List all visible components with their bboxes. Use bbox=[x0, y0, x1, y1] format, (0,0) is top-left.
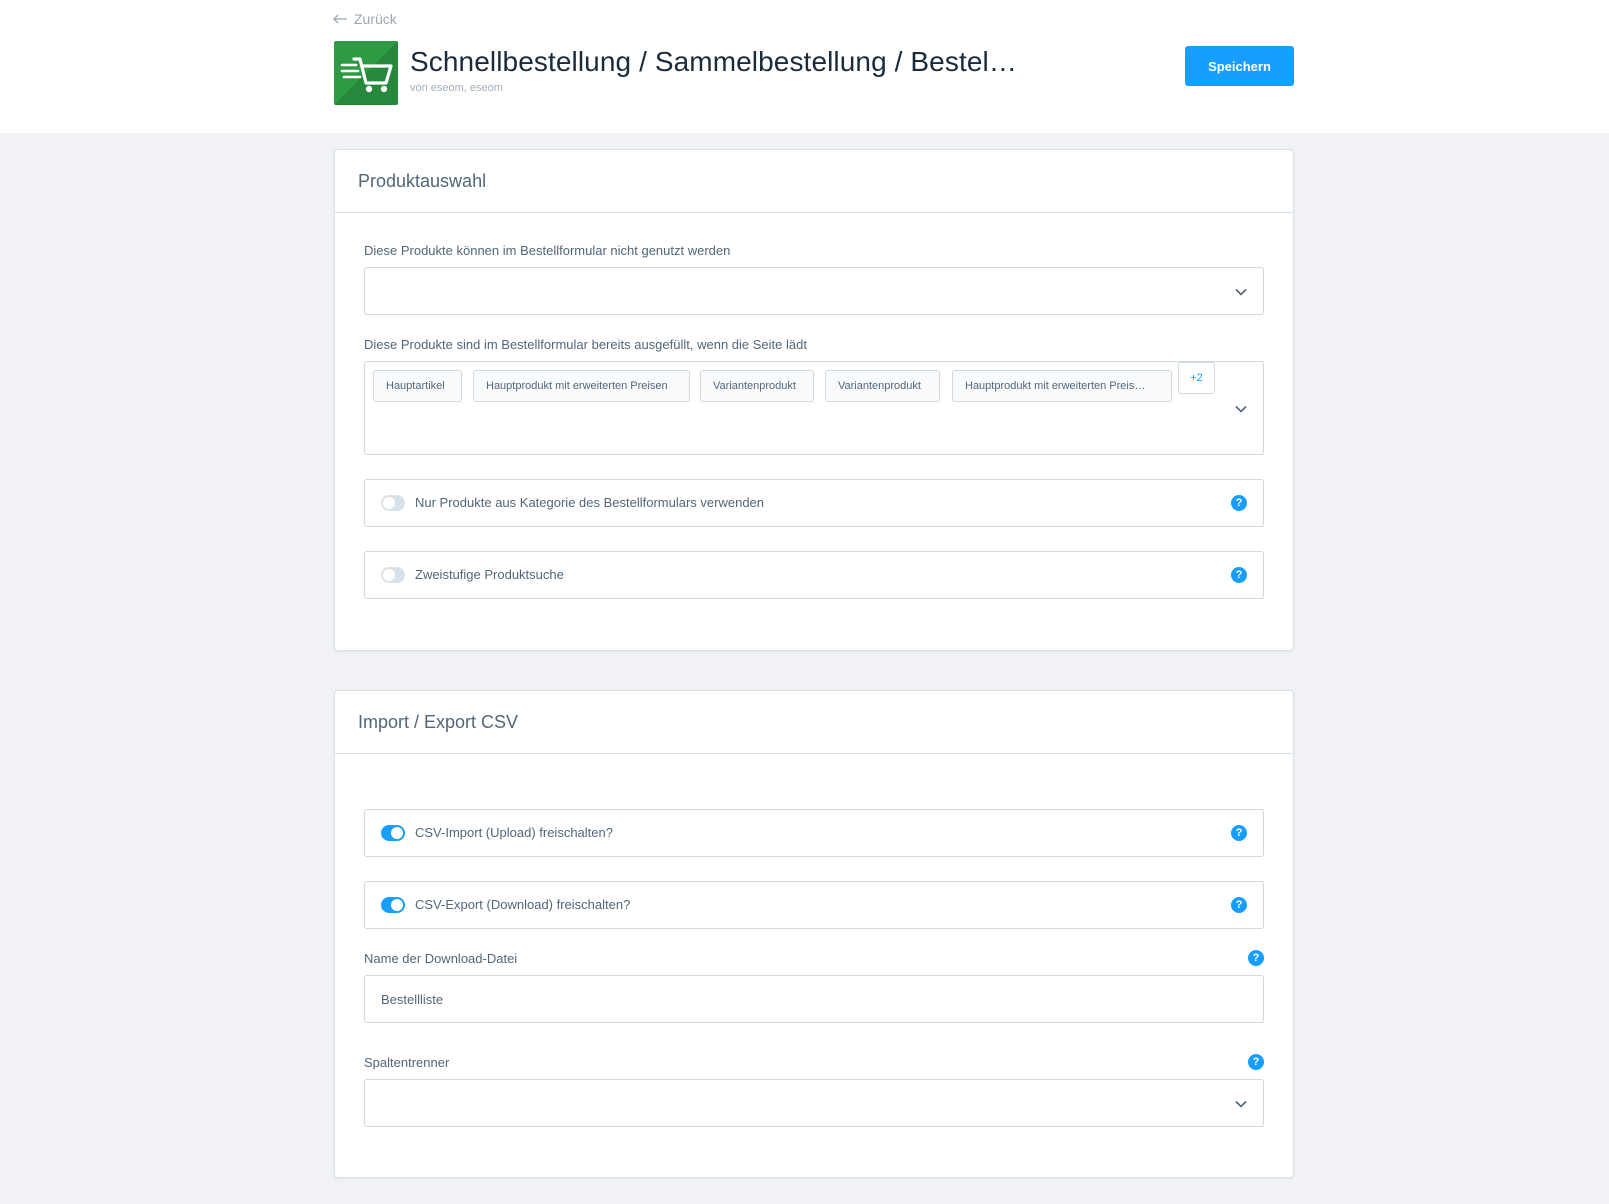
prefilled-products-label: Diese Produkte sind im Bestellformular b… bbox=[364, 337, 807, 352]
two-step-search-switch[interactable] bbox=[381, 567, 405, 583]
product-tag[interactable]: Hauptprodukt mit erweiterten Preis… bbox=[952, 370, 1172, 402]
product-tag[interactable]: Variantenprodukt bbox=[700, 370, 814, 402]
separator-label: Spaltentrenner bbox=[364, 1055, 450, 1070]
toggle-label: Nur Produkte aus Kategorie des Bestellfo… bbox=[415, 495, 765, 510]
chevron-down-icon bbox=[1235, 405, 1247, 413]
excluded-products-label: Diese Produkte können im Bestellformular… bbox=[364, 243, 731, 258]
card-title: Import / Export CSV bbox=[335, 691, 1293, 754]
card-title: Produktauswahl bbox=[335, 150, 1293, 213]
top-bar: Zurück Schnellbestellung / Sammelbestell… bbox=[0, 0, 1609, 133]
separator-select[interactable] bbox=[364, 1079, 1264, 1127]
csv-export-toggle-row: CSV-Export (Download) freischalten? ? bbox=[364, 881, 1264, 929]
arrow-left-icon bbox=[333, 14, 347, 24]
toggle-label: Zweistufige Produktsuche bbox=[415, 567, 564, 582]
toggle-label: CSV-Import (Upload) freischalten? bbox=[415, 825, 613, 840]
back-link-label: Zurück bbox=[354, 11, 397, 27]
category-only-toggle-row: Nur Produkte aus Kategorie des Bestellfo… bbox=[364, 479, 1264, 527]
help-icon[interactable]: ? bbox=[1231, 825, 1247, 841]
csv-export-switch[interactable] bbox=[381, 897, 405, 913]
page-title: Schnellbestellung / Sammelbestellung / B… bbox=[410, 46, 1017, 77]
excluded-products-select[interactable] bbox=[364, 267, 1264, 315]
prefilled-products-select[interactable]: Hauptartikel Hauptprodukt mit erweiterte… bbox=[364, 361, 1264, 455]
product-selection-card: Produktauswahl Diese Produkte können im … bbox=[334, 149, 1294, 651]
chevron-down-icon bbox=[1235, 1100, 1247, 1108]
import-export-card: Import / Export CSV CSV-Import (Upload) … bbox=[334, 690, 1294, 1178]
cart-icon bbox=[334, 41, 398, 105]
product-tag[interactable]: Variantenprodukt bbox=[825, 370, 940, 402]
help-icon[interactable]: ? bbox=[1248, 950, 1264, 966]
chevron-down-icon bbox=[1235, 288, 1247, 296]
help-icon[interactable]: ? bbox=[1231, 567, 1247, 583]
product-tag[interactable]: Hauptartikel bbox=[373, 370, 462, 402]
csv-import-switch[interactable] bbox=[381, 825, 405, 841]
more-tags-badge[interactable]: +2 bbox=[1178, 362, 1215, 394]
download-name-input[interactable] bbox=[364, 975, 1264, 1023]
csv-import-toggle-row: CSV-Import (Upload) freischalten? ? bbox=[364, 809, 1264, 857]
app-icon bbox=[334, 41, 398, 105]
toggle-label: CSV-Export (Download) freischalten? bbox=[415, 897, 631, 912]
product-tag[interactable]: Hauptprodukt mit erweiterten Preisen bbox=[473, 370, 690, 402]
download-name-label: Name der Download-Datei bbox=[364, 951, 518, 966]
two-step-search-toggle-row: Zweistufige Produktsuche ? bbox=[364, 551, 1264, 599]
help-icon[interactable]: ? bbox=[1231, 495, 1247, 511]
category-only-switch[interactable] bbox=[381, 495, 405, 511]
app-vendor: von eseom, eseom bbox=[410, 82, 503, 94]
help-icon[interactable]: ? bbox=[1231, 897, 1247, 913]
save-button[interactable]: Speichern bbox=[1185, 46, 1294, 86]
help-icon[interactable]: ? bbox=[1248, 1054, 1264, 1070]
back-link[interactable]: Zurück bbox=[333, 11, 397, 27]
